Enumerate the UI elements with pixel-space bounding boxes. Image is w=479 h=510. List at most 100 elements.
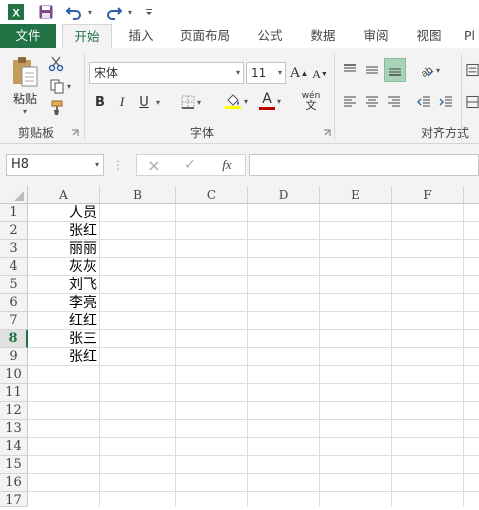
cell-a3[interactable]: 丽丽 [29, 240, 99, 258]
tab-insert[interactable]: 插入 [118, 24, 164, 48]
row-header-1[interactable]: 1 [0, 204, 28, 222]
underline-dropdown-icon[interactable]: ▾ [152, 92, 162, 112]
row-header-7[interactable]: 7 [0, 312, 28, 330]
redo-icon[interactable] [104, 2, 124, 22]
cut-icon[interactable] [46, 54, 66, 74]
font-color-bar [258, 106, 275, 110]
more-options-icon[interactable]: ⋮ [112, 158, 124, 172]
shrink-font-button[interactable]: A ▼ [312, 64, 328, 84]
row-header-3[interactable]: 3 [0, 240, 28, 258]
gridline [247, 204, 248, 507]
underline-button[interactable]: U [136, 92, 152, 112]
tab-page-layout[interactable]: 页面布局 [172, 24, 238, 48]
tab-file[interactable]: 文件 [0, 24, 56, 48]
gridline [28, 455, 479, 456]
gridline [99, 204, 100, 507]
separator [84, 54, 85, 140]
cell-a9[interactable]: 张红 [29, 348, 99, 366]
column-header-a[interactable]: A [28, 186, 100, 204]
bold-button[interactable]: B [92, 92, 108, 112]
tab-data[interactable]: 数据 [300, 24, 346, 48]
gridline [463, 204, 464, 507]
row-header-16[interactable]: 16 [0, 474, 28, 492]
name-box[interactable]: H8 ▾ [6, 154, 104, 176]
gridline [319, 204, 320, 507]
chevron-down-icon[interactable]: ▾ [95, 155, 99, 175]
cell-a8[interactable]: 张三 [29, 330, 99, 348]
cell-a2[interactable]: 张红 [29, 222, 99, 240]
tab-formulas[interactable]: 公式 [248, 24, 292, 48]
row-header-9[interactable]: 9 [0, 348, 28, 366]
font-color-button[interactable]: A ▾ [254, 90, 286, 112]
redo-dropdown-icon[interactable]: ▾ [124, 2, 134, 22]
select-all-corner[interactable] [0, 186, 28, 204]
clipboard-group-label: 剪贴板 [17, 126, 54, 140]
column-header-c[interactable]: C [176, 186, 248, 204]
align-center-icon[interactable] [362, 92, 382, 112]
cell-a7[interactable]: 红红 [29, 312, 99, 330]
align-right-icon[interactable] [384, 92, 404, 112]
paste-dropdown-icon[interactable]: ▾ [14, 106, 34, 116]
enter-icon[interactable]: ✓ [178, 156, 202, 174]
font-size-combo[interactable]: 11 ▾ [246, 62, 286, 84]
cell-a4[interactable]: 灰灰 [29, 258, 99, 276]
column-header-e[interactable]: E [320, 186, 392, 204]
borders-button[interactable]: ▾ [176, 92, 206, 112]
fill-color-button[interactable]: ▾ [220, 90, 252, 112]
align-left-icon[interactable] [340, 92, 360, 112]
decrease-indent-icon[interactable] [414, 92, 434, 112]
customize-qat-icon[interactable] [142, 2, 156, 22]
format-painter-icon[interactable] [46, 98, 66, 118]
tab-view[interactable]: 视图 [406, 24, 452, 48]
cell-a6[interactable]: 李亮 [29, 294, 99, 312]
clipboard-launcher-icon[interactable] [70, 128, 80, 138]
undo-icon[interactable] [64, 2, 84, 22]
align-top-icon[interactable] [340, 60, 360, 80]
column-header-f[interactable]: F [392, 186, 464, 204]
paste-button[interactable]: 粘贴 [10, 90, 40, 106]
shrink-arrow-icon: ▼ [320, 70, 328, 78]
orientation-button[interactable]: ab ▾ [414, 60, 444, 80]
align-bottom-icon[interactable] [384, 58, 406, 82]
row-header-8[interactable]: 8 [0, 330, 28, 348]
font-launcher-icon[interactable] [322, 128, 332, 138]
row-header-13[interactable]: 13 [0, 420, 28, 438]
row-header-12[interactable]: 12 [0, 402, 28, 420]
chevron-down-icon[interactable]: ▾ [236, 63, 240, 83]
align-middle-icon[interactable] [362, 60, 382, 80]
formula-input[interactable] [249, 154, 479, 176]
cancel-icon[interactable]: × [142, 156, 166, 175]
wrap-text-icon[interactable] [466, 60, 479, 80]
column-header-b[interactable]: B [100, 186, 176, 204]
worksheet-grid[interactable]: A B C D E F 1 2 3 4 5 6 7 8 9 10 11 12 1… [0, 186, 479, 508]
alignment-group-label: 对齐方式 [420, 126, 469, 140]
cell-a5[interactable]: 刘飞 [29, 276, 99, 294]
increase-indent-icon[interactable] [436, 92, 456, 112]
font-name-combo[interactable]: 宋体 ▾ [89, 62, 244, 84]
tab-home[interactable]: 开始 [62, 24, 112, 48]
row-header-17[interactable]: 17 [0, 492, 28, 508]
row-header-15[interactable]: 15 [0, 456, 28, 474]
cell-a1[interactable]: 人员 [29, 204, 99, 222]
merge-center-icon[interactable] [466, 92, 479, 112]
column-header-d[interactable]: D [248, 186, 320, 204]
row-header-4[interactable]: 4 [0, 258, 28, 276]
row-header-5[interactable]: 5 [0, 276, 28, 294]
tab-powerpivot[interactable]: Pl [460, 24, 479, 48]
chevron-down-icon[interactable]: ▾ [278, 63, 282, 83]
row-header-10[interactable]: 10 [0, 366, 28, 384]
row-header-11[interactable]: 11 [0, 384, 28, 402]
paste-icon[interactable] [8, 54, 42, 90]
row-header-14[interactable]: 14 [0, 438, 28, 456]
row-header-6[interactable]: 6 [0, 294, 28, 312]
italic-button[interactable]: I [114, 92, 130, 112]
copy-icon[interactable]: ▾ [46, 76, 74, 96]
undo-dropdown-icon[interactable]: ▾ [84, 2, 94, 22]
column-header-g[interactable] [464, 186, 479, 204]
phonetic-guide-button[interactable]: wén 文 [296, 90, 326, 112]
grow-font-button[interactable]: A ▲ [290, 62, 309, 84]
row-header-2[interactable]: 2 [0, 222, 28, 240]
tab-review[interactable]: 审阅 [354, 24, 398, 48]
insert-function-button[interactable]: fx [214, 156, 240, 174]
save-icon[interactable] [36, 2, 56, 22]
